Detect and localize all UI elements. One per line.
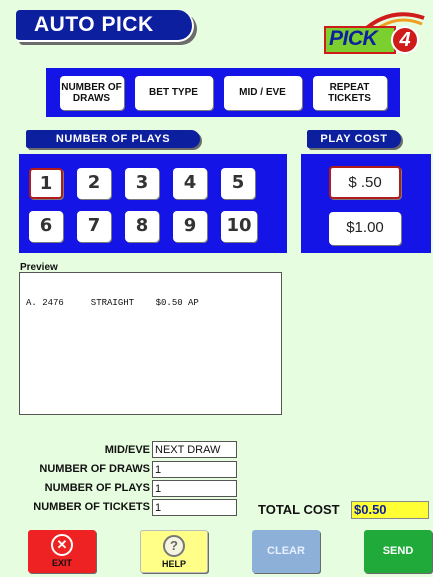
logo-text: PICK: [329, 27, 378, 50]
plays-button-2[interactable]: 2: [77, 168, 111, 199]
play-cost-heading: PLAY COST: [307, 130, 401, 148]
help-button[interactable]: ? HELP: [140, 530, 208, 573]
page-title-text: AUTO PICK: [34, 13, 154, 36]
exit-button[interactable]: ✕ EXIT: [28, 530, 96, 573]
plays-button-10[interactable]: 10: [221, 211, 257, 242]
question-circle-icon: ?: [163, 535, 185, 557]
mid-eve-field[interactable]: NEXT DRAW: [152, 441, 237, 458]
plays-button-7[interactable]: 7: [77, 211, 111, 242]
clear-button[interactable]: CLEAR: [252, 530, 320, 573]
help-button-label: HELP: [161, 559, 186, 569]
plays-button-8[interactable]: 8: [125, 211, 159, 242]
plays-button-3[interactable]: 3: [125, 168, 159, 199]
bet-type-button[interactable]: BET TYPE: [134, 75, 213, 110]
send-button[interactable]: SEND: [364, 530, 432, 573]
close-circle-icon: ✕: [51, 534, 73, 556]
preview-line: A. 2476 STRAIGHT $0.50 AP: [26, 298, 199, 308]
mid-eve-label: MID/EVE: [104, 444, 150, 456]
plays-button-1[interactable]: 1: [29, 168, 63, 199]
plays-button-5[interactable]: 5: [221, 168, 255, 199]
total-cost-label: TOTAL COST: [258, 502, 340, 517]
total-cost-value: $0.50: [351, 501, 429, 519]
plays-button-6[interactable]: 6: [29, 211, 63, 242]
cost-100-button[interactable]: $1.00: [329, 212, 401, 245]
cost-050-button[interactable]: $ .50: [329, 166, 401, 199]
pick4-logo: PICK 4: [320, 8, 430, 60]
logo-number: 4: [391, 26, 419, 54]
number-of-draws-button[interactable]: NUMBER OF DRAWS: [59, 75, 124, 110]
mid-eve-button[interactable]: MID / EVE: [223, 75, 302, 110]
tickets-label: NUMBER OF TICKETS: [33, 501, 150, 513]
preview-box[interactable]: A. 2476 STRAIGHT $0.50 AP: [19, 272, 282, 415]
repeat-tickets-button[interactable]: REPEAT TICKETS: [312, 75, 387, 110]
plays-button-9[interactable]: 9: [173, 211, 207, 242]
exit-button-label: EXIT: [51, 558, 72, 568]
draws-field[interactable]: 1: [152, 461, 237, 478]
page-title: AUTO PICK: [16, 10, 194, 42]
tickets-field[interactable]: 1: [152, 499, 237, 516]
number-of-plays-panel: 1 2 3 4 5 6 7 8 9 10: [19, 154, 287, 253]
draws-label: NUMBER OF DRAWS: [39, 463, 150, 475]
plays-label: NUMBER OF PLAYS: [44, 482, 150, 494]
plays-field[interactable]: 1: [152, 480, 237, 497]
number-of-plays-heading: NUMBER OF PLAYS: [26, 130, 200, 148]
plays-button-4[interactable]: 4: [173, 168, 207, 199]
play-cost-panel: $ .50 $1.00: [301, 154, 431, 253]
options-bar: NUMBER OF DRAWS BET TYPE MID / EVE REPEA…: [46, 68, 400, 117]
